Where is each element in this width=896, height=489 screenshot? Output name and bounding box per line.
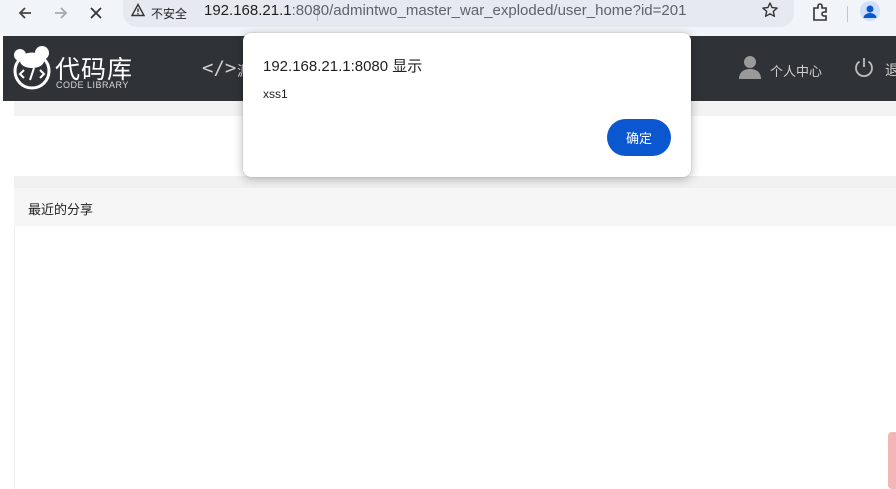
recent-shares-header: 最近的分享	[14, 188, 896, 226]
logo-subtitle: CODE LIBRARY	[56, 80, 129, 90]
security-label[interactable]: 不安全	[151, 5, 187, 22]
alert-dialog: 192.168.21.1:8080 显示 xss1 确定	[243, 33, 691, 177]
browser-toolbar: 不安全 192.168.21.1:8080/admintwo_master_wa…	[0, 0, 896, 36]
section-spacer	[14, 176, 896, 188]
side-floating-tab[interactable]	[888, 432, 896, 489]
url-path: :8080/admintwo_master_war_exploded/user_…	[291, 2, 687, 19]
stop-button[interactable]	[83, 0, 109, 26]
back-button[interactable]	[12, 0, 38, 26]
url-host: 192.168.21.1	[204, 2, 292, 19]
extensions-icon[interactable]	[810, 1, 832, 23]
ok-button[interactable]: 确定	[607, 119, 671, 156]
power-icon[interactable]	[853, 56, 875, 78]
recent-shares-list	[14, 226, 896, 489]
close-icon	[90, 7, 102, 19]
toolbar-separator	[847, 6, 848, 22]
dialog-message: xss1	[263, 87, 288, 101]
bookmark-star-icon[interactable]	[761, 1, 779, 24]
left-edge-strip	[0, 101, 4, 489]
monkey-logo-icon[interactable]	[12, 43, 56, 91]
forward-button[interactable]	[48, 0, 74, 26]
nav-personal-center[interactable]: 个人中心	[770, 61, 822, 80]
profile-avatar-icon[interactable]	[860, 1, 880, 21]
code-brackets-icon[interactable]: </>	[202, 57, 236, 79]
arrow-right-icon	[55, 7, 68, 19]
arrow-left-icon	[18, 7, 31, 19]
user-icon[interactable]	[738, 54, 762, 80]
dialog-title: 192.168.21.1:8080 显示	[263, 58, 423, 75]
url-text[interactable]: 192.168.21.1:8080/admintwo_master_war_ex…	[204, 2, 686, 19]
recent-shares-title: 最近的分享	[28, 203, 94, 218]
warning-icon	[130, 3, 146, 21]
nav-logout-label[interactable]: 退	[885, 60, 896, 80]
